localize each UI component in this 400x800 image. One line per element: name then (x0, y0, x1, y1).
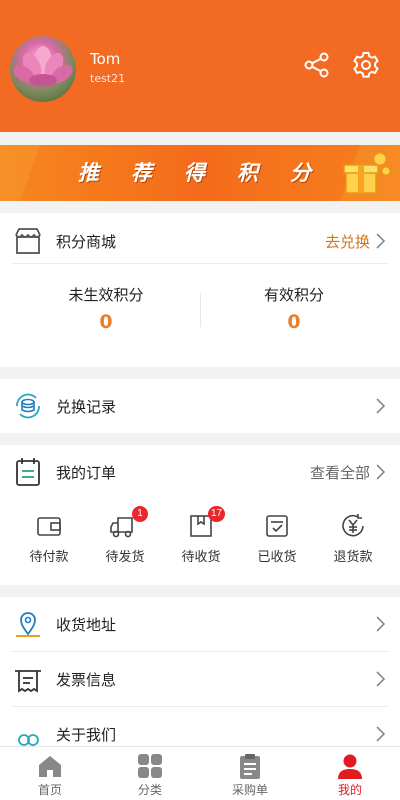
tab-label: 首页 (37, 783, 62, 797)
order-status-refund[interactable]: 退货款 (315, 512, 391, 565)
invoice-label: 发票信息 (56, 671, 117, 689)
calendar-list-icon (12, 456, 44, 488)
about-people-icon (12, 718, 44, 746)
yen-refund-icon (338, 512, 368, 540)
share-icon[interactable] (302, 50, 332, 80)
divider (12, 263, 388, 264)
chevron-right-icon (376, 616, 386, 632)
coin-stack-icon (12, 390, 44, 422)
points-mall-label: 积分商城 (56, 233, 117, 251)
clipboard-icon (237, 753, 263, 779)
truck-icon: 1 (110, 506, 148, 540)
chevron-right-icon (376, 398, 386, 414)
user-name: Tom (90, 50, 121, 68)
order-status-label: 待发货 (105, 550, 145, 565)
divider (12, 651, 388, 652)
wallet-icon (34, 512, 64, 540)
order-badge: 17 (208, 506, 226, 522)
chevron-right-icon (376, 726, 386, 742)
valid-points-label: 有效积分 (263, 286, 324, 304)
order-status-label: 待付款 (29, 550, 69, 565)
about-label: 关于我们 (56, 726, 117, 744)
order-status-pending-payment[interactable]: 待付款 (11, 512, 87, 565)
receipt-check-icon (262, 512, 292, 540)
invoice-icon (12, 663, 44, 695)
package-icon: 17 (186, 506, 226, 540)
address-label: 收货地址 (56, 616, 117, 634)
points-mall-row[interactable]: 积分商城 去兑换 (0, 215, 400, 267)
pending-points-value: 0 (99, 311, 113, 333)
address-row[interactable]: 收货地址 (0, 598, 400, 650)
tab-mine[interactable]: 我的 (300, 747, 400, 800)
home-icon (37, 753, 63, 779)
tab-category[interactable]: 分类 (100, 747, 200, 800)
chevron-right-icon (376, 464, 386, 480)
user-icon (337, 753, 363, 779)
order-badge: 1 (132, 506, 148, 522)
pending-points-label: 未生效积分 (68, 286, 144, 304)
order-status-received[interactable]: 已收货 (239, 512, 315, 565)
profile-header: Tom test21 (0, 0, 400, 132)
order-status-pending-receipt[interactable]: 17 待收货 (163, 506, 239, 565)
order-status-label: 已收货 (257, 550, 297, 565)
location-pin-icon (12, 608, 44, 640)
storefront-icon (12, 225, 44, 257)
tab-label: 分类 (137, 783, 162, 797)
order-status-pending-shipment[interactable]: 1 待发货 (87, 506, 163, 565)
pending-points: 未生效积分 0 (6, 284, 206, 333)
chevron-right-icon (376, 671, 386, 687)
order-status-label: 退货款 (333, 550, 373, 565)
gift-box-icon (340, 149, 392, 201)
view-all-orders-link[interactable]: 查看全部 (310, 462, 370, 483)
redeem-link[interactable]: 去兑换 (325, 231, 370, 252)
user-id: test21 (90, 72, 126, 85)
settings-gear-icon[interactable] (351, 50, 381, 80)
valid-points-value: 0 (287, 311, 301, 333)
orders-title: 我的订单 (56, 464, 117, 482)
tab-label: 我的 (337, 783, 362, 797)
divider (12, 706, 388, 707)
about-row[interactable]: 关于我们 (0, 708, 400, 746)
bottom-tab-bar: 首页 分类 采购单 我的 (0, 746, 400, 800)
banner-text: 推荐得积分 (78, 161, 343, 185)
valid-points: 有效积分 0 (194, 284, 394, 333)
chevron-right-icon (376, 233, 386, 249)
tab-label: 采购单 (231, 783, 268, 797)
referral-banner[interactable]: 推荐得积分 (0, 145, 400, 201)
invoice-row[interactable]: 发票信息 (0, 653, 400, 705)
exchange-record-label: 兑换记录 (56, 398, 117, 416)
avatar[interactable] (10, 36, 76, 102)
orders-header-row[interactable]: 我的订单 查看全部 (0, 446, 400, 498)
order-status-label: 待收货 (181, 550, 221, 565)
exchange-record-row[interactable]: 兑换记录 (0, 380, 400, 432)
tab-purchase-list[interactable]: 采购单 (200, 747, 300, 800)
category-icon (137, 753, 163, 779)
tab-home[interactable]: 首页 (0, 747, 100, 800)
